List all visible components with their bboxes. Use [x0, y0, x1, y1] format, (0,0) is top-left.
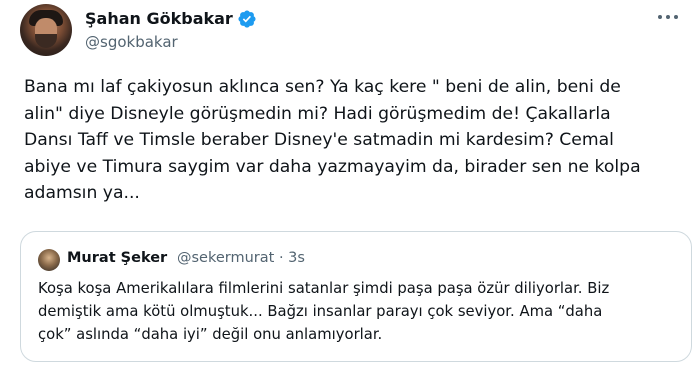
quoted-author-name[interactable]: Murat Şeker: [67, 250, 167, 266]
more-options-icon[interactable]: [656, 12, 680, 22]
quoted-tweet-meta: @sekermurat · 3s: [177, 250, 305, 266]
avatar-beard: [35, 34, 57, 48]
meta-separator: ·: [278, 250, 284, 266]
quoted-author-avatar[interactable]: [38, 249, 60, 271]
tweet: Şahan Gökbakar @sgokbakar Bana mı laf ça…: [0, 0, 697, 371]
quoted-tweet-time[interactable]: 3s: [288, 250, 305, 266]
quoted-tweet-text: Koşa koşa Amerikalılara filmlerini satan…: [38, 280, 610, 343]
author-avatar[interactable]: [20, 4, 72, 56]
quoted-tweet[interactable]: Murat Şeker @sekermurat · 3s Koşa koşa A…: [20, 231, 692, 362]
quoted-author-handle[interactable]: @sekermurat: [177, 250, 274, 266]
author-display-name[interactable]: Şahan Gökbakar: [85, 9, 233, 28]
tweet-text: Bana mı laf çakiyosun aklınca sen? Ya ka…: [24, 77, 641, 203]
author-handle[interactable]: @sgokbakar: [85, 33, 178, 51]
verified-badge-icon: [238, 10, 256, 28]
